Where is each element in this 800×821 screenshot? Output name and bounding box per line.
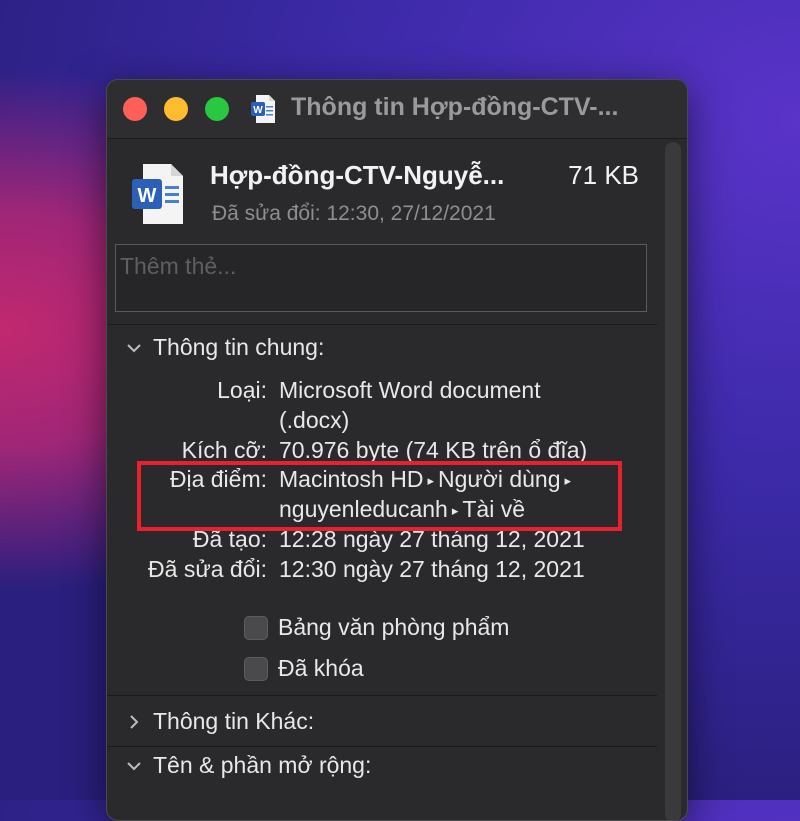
info-content: W Hợp-đồng-CTV-Nguyễ... 71 KB Đã sửa đổi… [107,138,657,778]
kind-row: Loại: Microsoft Word document [107,375,647,405]
kind-label: Loại: [217,377,267,403]
stationery-checkbox[interactable] [244,615,268,640]
chevron-down-icon [127,761,141,770]
location-highlight-box [137,461,622,531]
stationery-label: Bảng văn phòng phẩm [278,614,510,640]
section-name-toggle[interactable]: Tên & phần mở rộng: [125,752,371,779]
file-modified: Đã sửa đổi: 12:30, 27/12/2021 [212,202,496,225]
window-title: Thông tin Hợp-đồng-CTV-... [291,93,619,121]
section-general-heading: Thông tin chung: [153,334,325,360]
minimize-button[interactable] [164,97,188,121]
modified-row: Đã sửa đổi: 12:30 ngày 27 tháng 12, 2021 [107,554,647,584]
svg-text:W: W [253,105,263,116]
kind-value-ext: (.docx) [279,407,350,433]
chevron-right-icon [130,714,139,729]
scrollbar[interactable] [665,142,681,820]
section-general-toggle[interactable]: Thông tin chung: [125,334,324,361]
get-info-window: W Thông tin Hợp-đồng-CTV-... W Hợp-đồng-… [106,79,688,821]
modified-value: 12:30 ngày 27 tháng 12, 2021 [279,556,585,582]
locked-checkbox-row[interactable]: Đã khóa [244,655,364,682]
file-name: Hợp-đồng-CTV-Nguyễ... [210,160,505,190]
divider [107,324,657,325]
divider [107,746,657,747]
title-bar[interactable]: W Thông tin Hợp-đồng-CTV-... [107,80,687,139]
stationery-checkbox-row[interactable]: Bảng văn phòng phẩm [244,614,509,641]
word-doc-icon: W [251,95,275,123]
kind-row-2: (.docx) [107,405,647,435]
file-size: 71 KB [568,160,639,190]
tags-field[interactable]: Thêm thẻ... [115,244,647,312]
traffic-lights [123,97,229,121]
modified-label: Đã sửa đổi: [148,556,267,582]
svg-text:W: W [138,185,157,207]
tags-placeholder: Thêm thẻ... [120,253,237,279]
chevron-down-icon [127,343,141,352]
close-button[interactable] [123,97,147,121]
locked-checkbox[interactable] [244,656,268,681]
section-name-heading: Tên & phần mở rộng: [153,752,372,778]
kind-value: Microsoft Word document [279,377,541,403]
word-doc-icon: W [132,164,183,224]
divider [107,695,657,696]
section-more-heading: Thông tin Khác: [153,708,315,734]
file-header: W Hợp-đồng-CTV-Nguyễ... 71 KB Đã sửa đổi… [107,138,657,234]
section-more-toggle[interactable]: Thông tin Khác: [125,708,314,735]
locked-label: Đã khóa [278,655,364,681]
zoom-button[interactable] [205,97,229,121]
